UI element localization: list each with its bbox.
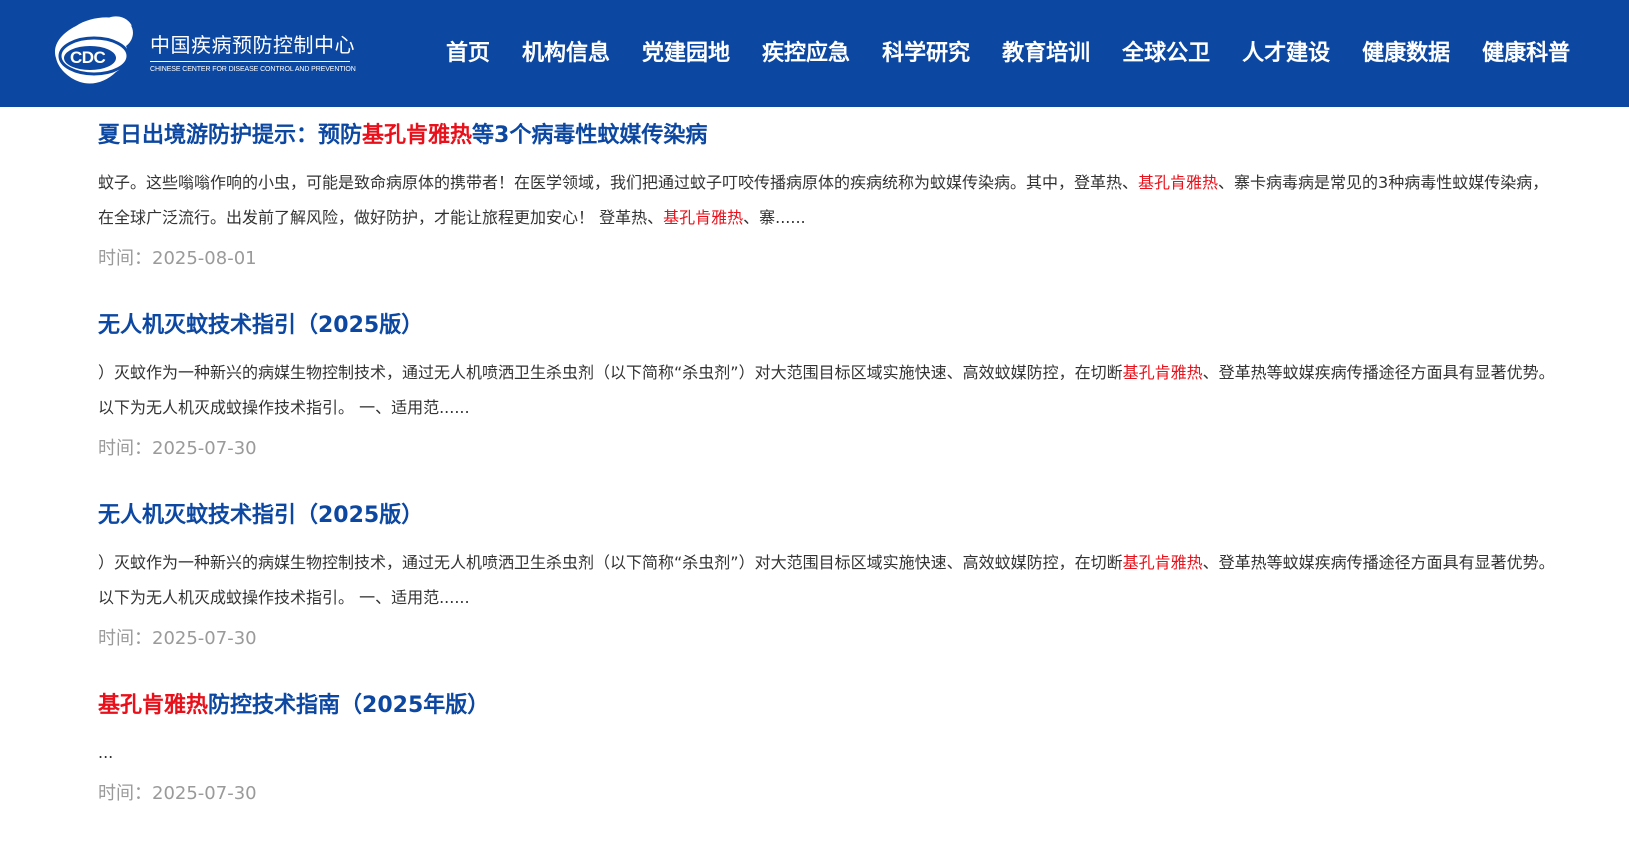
nav-item-research[interactable]: 科学研究 (866, 0, 986, 107)
main-nav: 首页 机构信息 党建园地 疾控应急 科学研究 教育培训 全球公卫 人才建设 健康… (430, 0, 1586, 107)
result-title-link[interactable]: 基孔肯雅热防控技术指南（2025年版） (98, 686, 1558, 726)
title-text-suffix: 防控技术指南（2025年版） (208, 693, 490, 718)
logo-chinese-name: 中国疾病预防控制中心 (150, 33, 355, 57)
nav-item-health-science[interactable]: 健康科普 (1466, 0, 1586, 107)
logo-abbr: CDC (70, 48, 106, 67)
result-item: 夏日出境游防护提示：预防基孔肯雅热等3个病毒性蚊媒传染病 蚊子。这些嗡嗡作响的小… (98, 116, 1558, 274)
snippet-highlight: 基孔肯雅热 (663, 208, 744, 227)
result-snippet: ）灭蚊作为一种新兴的病媒生物控制技术，通过无人机喷洒卫生杀虫剂（以下简称“杀虫剂… (98, 355, 1558, 425)
nav-item-emergency[interactable]: 疾控应急 (746, 0, 866, 107)
result-item: 无人机灭蚊技术指引（2025版） ）灭蚊作为一种新兴的病媒生物控制技术，通过无人… (98, 496, 1558, 654)
result-time: 时间：2025-07-30 (98, 783, 257, 804)
result-snippet: 蚊子。这些嗡嗡作响的小虫，可能是致命病原体的携带者！在医学领域，我们把通过蚊子叮… (98, 165, 1558, 235)
result-snippet: ）灭蚊作为一种新兴的病媒生物控制技术，通过无人机喷洒卫生杀虫剂（以下简称“杀虫剂… (98, 545, 1558, 615)
snippet-text: ... (98, 743, 114, 762)
snippet-text: 、寨...... (743, 208, 806, 227)
result-time: 时间：2025-07-30 (98, 628, 257, 649)
snippet-text: ）灭蚊作为一种新兴的病媒生物控制技术，通过无人机喷洒卫生杀虫剂（以下简称“杀虫剂… (98, 363, 1123, 382)
result-snippet: ... (98, 735, 1558, 770)
result-time: 时间：2025-07-30 (98, 438, 257, 459)
title-highlight: 基孔肯雅热 (98, 693, 209, 718)
snippet-highlight: 基孔肯雅热 (1138, 173, 1219, 192)
site-logo[interactable]: CDC 中国疾病预防控制中心 CHINESE CENTER FOR DISEAS… (46, 12, 356, 94)
title-text: 无人机灭蚊技术指引（2025版） (98, 503, 424, 528)
site-header: CDC 中国疾病预防控制中心 CHINESE CENTER FOR DISEAS… (0, 0, 1629, 107)
result-item: 无人机灭蚊技术指引（2025版） ）灭蚊作为一种新兴的病媒生物控制技术，通过无人… (98, 306, 1558, 464)
title-highlight: 基孔肯雅热 (362, 123, 473, 148)
nav-item-institution[interactable]: 机构信息 (506, 0, 626, 107)
snippet-highlight: 基孔肯雅热 (1122, 553, 1203, 572)
nav-item-home[interactable]: 首页 (430, 0, 506, 107)
title-text-suffix: 等3个病毒性蚊媒传染病 (472, 123, 708, 148)
result-item: 基孔肯雅热防控技术指南（2025年版） ... 时间：2025-07-30 (98, 686, 1558, 809)
nav-item-global-health[interactable]: 全球公卫 (1106, 0, 1226, 107)
result-time: 时间：2025-08-01 (98, 248, 257, 269)
logo-text-block: 中国疾病预防控制中心 CHINESE CENTER FOR DISEASE CO… (150, 32, 360, 75)
snippet-text: 蚊子。这些嗡嗡作响的小虫，可能是致命病原体的携带者！在医学领域，我们把通过蚊子叮… (98, 173, 1139, 192)
cdc-logo-icon: CDC (46, 12, 138, 94)
logo-divider (150, 61, 350, 62)
result-title-link[interactable]: 无人机灭蚊技术指引（2025版） (98, 306, 1558, 346)
nav-item-talent[interactable]: 人才建设 (1226, 0, 1346, 107)
snippet-highlight: 基孔肯雅热 (1122, 363, 1203, 382)
nav-item-health-data[interactable]: 健康数据 (1346, 0, 1466, 107)
logo-english-name: CHINESE CENTER FOR DISEASE CONTROL AND P… (150, 66, 356, 73)
title-text: 无人机灭蚊技术指引（2025版） (98, 313, 424, 338)
title-text: 夏日出境游防护提示：预防 (98, 123, 363, 148)
nav-item-party[interactable]: 党建园地 (626, 0, 746, 107)
nav-item-education[interactable]: 教育培训 (986, 0, 1106, 107)
snippet-text: ）灭蚊作为一种新兴的病媒生物控制技术，通过无人机喷洒卫生杀虫剂（以下简称“杀虫剂… (98, 553, 1123, 572)
result-title-link[interactable]: 夏日出境游防护提示：预防基孔肯雅热等3个病毒性蚊媒传染病 (98, 116, 1558, 156)
result-title-link[interactable]: 无人机灭蚊技术指引（2025版） (98, 496, 1558, 536)
